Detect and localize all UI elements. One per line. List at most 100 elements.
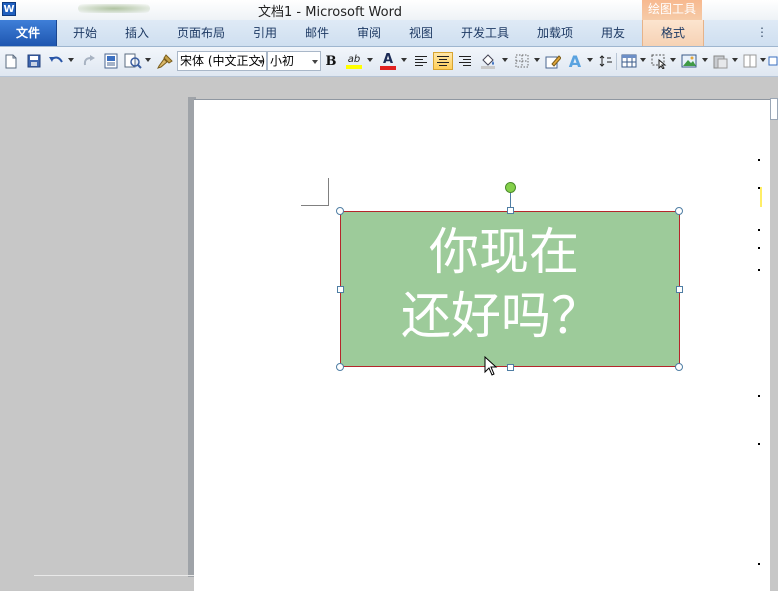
tab-mailings[interactable]: 邮件 bbox=[296, 20, 338, 46]
title-bar: W 文档1 - Microsoft Word 绘图工具 bbox=[0, 0, 778, 20]
resize-handle-bottom-left[interactable] bbox=[336, 363, 344, 371]
select-dropdown-caret[interactable] bbox=[670, 58, 676, 62]
shading-dropdown-caret[interactable] bbox=[502, 58, 508, 62]
text-effects-button[interactable]: A bbox=[566, 52, 584, 71]
table-icon bbox=[621, 54, 637, 68]
drawing-tools-context-label: 绘图工具 bbox=[642, 0, 702, 20]
highlight-dropdown-caret[interactable] bbox=[367, 58, 373, 62]
ruler-tick bbox=[758, 159, 760, 161]
borders-dropdown-caret[interactable] bbox=[534, 58, 540, 62]
paint-bucket-icon bbox=[481, 54, 495, 69]
document-view-icon bbox=[104, 53, 117, 69]
ribbon-overflow-indicator: ⋮ bbox=[756, 25, 768, 39]
align-center-icon bbox=[437, 56, 449, 66]
ruler-tick bbox=[758, 229, 760, 231]
align-center-button[interactable] bbox=[433, 52, 453, 70]
line-spacing-icon bbox=[599, 55, 612, 67]
tab-insert[interactable]: 插入 bbox=[116, 20, 158, 46]
formatting-toolbar: 宋体 (中文正文) 小初 B ab A A bbox=[0, 47, 778, 77]
zoom-preview-button[interactable] bbox=[124, 52, 142, 70]
redo-icon bbox=[83, 55, 95, 66]
redo-button[interactable] bbox=[82, 52, 96, 70]
ruler-tick bbox=[758, 247, 760, 249]
tab-add-ins[interactable]: 加载项 bbox=[530, 20, 580, 46]
copy-dropdown-caret[interactable] bbox=[732, 58, 738, 62]
columns-dropdown-caret[interactable] bbox=[760, 58, 766, 62]
font-color-button[interactable]: A bbox=[378, 52, 398, 70]
font-name-combo[interactable]: 宋体 (中文正文) bbox=[177, 51, 267, 71]
text-effects-dropdown-caret[interactable] bbox=[587, 58, 593, 62]
select-objects-button[interactable] bbox=[650, 52, 668, 70]
font-color-label: A bbox=[382, 51, 394, 67]
ruler-margin-marker bbox=[760, 187, 762, 207]
shape-text[interactable]: 你现在 还好吗？ bbox=[341, 220, 679, 348]
print-preview-button[interactable] bbox=[102, 52, 120, 70]
highlight-color-swatch bbox=[346, 64, 362, 69]
resize-handle-bottom-right[interactable] bbox=[675, 363, 683, 371]
shape-text-line2: 还好吗？ bbox=[401, 287, 601, 345]
zoom-dropdown-caret[interactable] bbox=[145, 58, 151, 62]
ruler-tick bbox=[758, 395, 760, 397]
undo-dropdown-caret[interactable] bbox=[68, 58, 74, 62]
table-dropdown-caret[interactable] bbox=[640, 58, 646, 62]
shading-button[interactable] bbox=[478, 52, 498, 70]
copy-format-button[interactable] bbox=[712, 52, 730, 70]
tab-yonyou[interactable]: 用友 bbox=[592, 20, 634, 46]
pencil-box-icon bbox=[545, 54, 561, 68]
picture-icon bbox=[681, 54, 697, 67]
tab-page-layout[interactable]: 页面布局 bbox=[172, 20, 230, 46]
resize-handle-right[interactable] bbox=[676, 286, 683, 293]
tab-file[interactable]: 文件 bbox=[0, 20, 57, 46]
align-right-button[interactable] bbox=[456, 52, 474, 70]
insert-table-button[interactable] bbox=[620, 52, 638, 70]
paintbrush-icon bbox=[157, 54, 173, 69]
align-left-button[interactable] bbox=[412, 52, 430, 70]
resize-handle-bottom[interactable] bbox=[507, 364, 514, 371]
tab-developer[interactable]: 开发工具 bbox=[454, 20, 516, 46]
highlight-button[interactable]: ab bbox=[344, 52, 364, 70]
ruler-tick bbox=[758, 443, 760, 445]
resize-handle-top-right[interactable] bbox=[675, 207, 683, 215]
format-painter-button[interactable] bbox=[156, 52, 174, 70]
resize-handle-top[interactable] bbox=[507, 207, 514, 214]
toolbar-separator bbox=[616, 53, 617, 70]
ribbon-tabs: 文件 开始 插入 页面布局 引用 邮件 审阅 视图 开发工具 加载项 用友 格式… bbox=[0, 20, 778, 47]
bold-button[interactable]: B bbox=[324, 52, 338, 70]
tab-view[interactable]: 视图 bbox=[400, 20, 442, 46]
tab-references[interactable]: 引用 bbox=[244, 20, 286, 46]
resize-handle-top-left[interactable] bbox=[336, 207, 344, 215]
picture-dropdown-caret[interactable] bbox=[702, 58, 708, 62]
resize-handle-left[interactable] bbox=[337, 286, 344, 293]
clipboard-icon bbox=[713, 55, 728, 68]
chevron-down-icon bbox=[258, 60, 264, 64]
overflow-icon bbox=[768, 56, 778, 66]
tab-format[interactable]: 格式 bbox=[642, 20, 704, 46]
save-icon bbox=[27, 54, 41, 68]
edit-shape-button[interactable] bbox=[544, 52, 562, 70]
insert-picture-button[interactable] bbox=[680, 52, 700, 70]
tab-home[interactable]: 开始 bbox=[64, 20, 106, 46]
save-button[interactable] bbox=[26, 52, 42, 70]
borders-button[interactable] bbox=[513, 52, 531, 70]
highlight-label: ab bbox=[347, 53, 361, 65]
font-size-value: 小初 bbox=[270, 54, 295, 68]
text-box-shape[interactable]: 你现在 还好吗？ bbox=[340, 211, 680, 367]
new-document-button[interactable] bbox=[4, 52, 18, 70]
font-name-value: 宋体 (中文正文) bbox=[180, 54, 266, 68]
line-spacing-button[interactable] bbox=[598, 52, 614, 70]
overflow-toolbar-button[interactable] bbox=[768, 52, 778, 70]
magnifier-page-icon bbox=[124, 53, 142, 69]
window-title: 文档1 - Microsoft Word bbox=[258, 5, 402, 20]
shape-text-line1: 你现在 bbox=[429, 223, 579, 281]
rotation-handle[interactable] bbox=[505, 182, 516, 193]
undo-button[interactable] bbox=[48, 52, 64, 70]
tab-review[interactable]: 审阅 bbox=[348, 20, 390, 46]
ruler-tick bbox=[758, 269, 760, 271]
columns-button[interactable] bbox=[742, 52, 758, 70]
font-color-dropdown-caret[interactable] bbox=[401, 58, 407, 62]
chevron-down-icon bbox=[312, 60, 318, 64]
font-size-combo[interactable]: 小初 bbox=[267, 51, 321, 71]
columns-icon bbox=[743, 54, 757, 68]
undo-icon bbox=[49, 56, 63, 63]
align-right-icon bbox=[459, 56, 471, 66]
